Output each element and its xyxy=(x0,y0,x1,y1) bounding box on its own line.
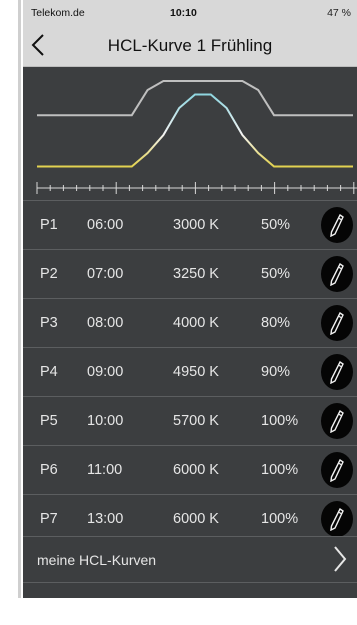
table-row: P2 07:00 3250 K 50% xyxy=(23,249,357,298)
point-time: 10:00 xyxy=(87,413,124,429)
point-brightness: 100% xyxy=(261,511,299,527)
clock: 10:10 xyxy=(170,7,197,19)
point-id: P2 xyxy=(40,266,58,282)
edit-button[interactable] xyxy=(321,501,353,537)
chevron-right-icon[interactable] xyxy=(333,545,347,576)
point-color-temperature: 4000 K xyxy=(173,315,219,331)
edit-button[interactable] xyxy=(321,207,353,243)
edit-button[interactable] xyxy=(321,403,353,439)
pencil-icon xyxy=(330,458,344,482)
point-id: P6 xyxy=(40,462,58,478)
point-time: 07:00 xyxy=(87,266,124,282)
curve-plot xyxy=(36,80,357,194)
point-time: 09:00 xyxy=(87,364,124,380)
point-color-temperature: 5700 K xyxy=(173,413,219,429)
table-row: P5 10:00 5700 K 100% xyxy=(23,396,357,445)
pencil-icon xyxy=(330,213,344,237)
point-brightness: 80% xyxy=(261,315,291,331)
pencil-icon xyxy=(330,311,344,335)
battery-label: 47 % xyxy=(327,7,351,19)
point-color-temperature: 6000 K xyxy=(173,462,219,478)
point-brightness: 50% xyxy=(261,266,291,282)
status-bar: Telekom.de 10:10 47 % xyxy=(23,0,357,26)
pencil-icon xyxy=(330,360,344,384)
pencil-icon xyxy=(330,262,344,286)
my-hcl-curves-label: meine HCL-Kurven xyxy=(37,552,157,568)
point-color-temperature: 6000 K xyxy=(173,511,219,527)
point-time: 06:00 xyxy=(87,217,124,233)
edit-button[interactable] xyxy=(321,354,353,390)
point-id: P7 xyxy=(40,511,58,527)
point-color-temperature: 4950 K xyxy=(173,364,219,380)
curve-gray xyxy=(37,80,353,117)
bottom-divider xyxy=(23,582,357,583)
table-row: P3 08:00 4000 K 80% xyxy=(23,298,357,347)
table-row: P1 06:00 3000 K 50% xyxy=(23,200,357,249)
left-edge xyxy=(18,0,21,598)
point-id: P3 xyxy=(40,315,58,331)
point-time: 13:00 xyxy=(87,511,124,527)
table-row: P6 11:00 6000 K 100% xyxy=(23,445,357,494)
table-row: P4 09:00 4950 K 90% xyxy=(23,347,357,396)
point-id: P4 xyxy=(40,364,58,380)
pencil-icon xyxy=(330,409,344,433)
point-brightness: 90% xyxy=(261,364,291,380)
point-time: 08:00 xyxy=(87,315,124,331)
point-color-temperature: 3250 K xyxy=(173,266,219,282)
point-color-temperature: 3000 K xyxy=(173,217,219,233)
curve-points-list: P1 06:00 3000 K 50% P2 07:00 3250 K 50% P3 08:00 4… xyxy=(23,200,357,543)
edit-button[interactable] xyxy=(321,256,353,292)
carrier-label: Telekom.de xyxy=(31,7,85,19)
edit-button[interactable] xyxy=(321,452,353,488)
point-id: P1 xyxy=(40,217,58,233)
point-id: P5 xyxy=(40,413,58,429)
point-time: 11:00 xyxy=(87,462,123,478)
my-hcl-curves-row[interactable]: meine HCL-Kurven xyxy=(23,536,357,583)
hcl-curve-chart xyxy=(23,67,357,200)
point-brightness: 50% xyxy=(261,217,291,233)
app-screen: Telekom.de 10:10 47 % HCL-Kurve 1 Frühli… xyxy=(23,0,357,598)
point-brightness: 100% xyxy=(261,413,299,429)
point-brightness: 100% xyxy=(261,462,299,478)
page-title: HCL-Kurve 1 Frühling xyxy=(107,36,273,55)
curve-colored xyxy=(37,93,353,168)
pencil-icon xyxy=(330,507,344,531)
edit-button[interactable] xyxy=(321,305,353,341)
nav-bar: HCL-Kurve 1 Frühling xyxy=(23,26,357,67)
